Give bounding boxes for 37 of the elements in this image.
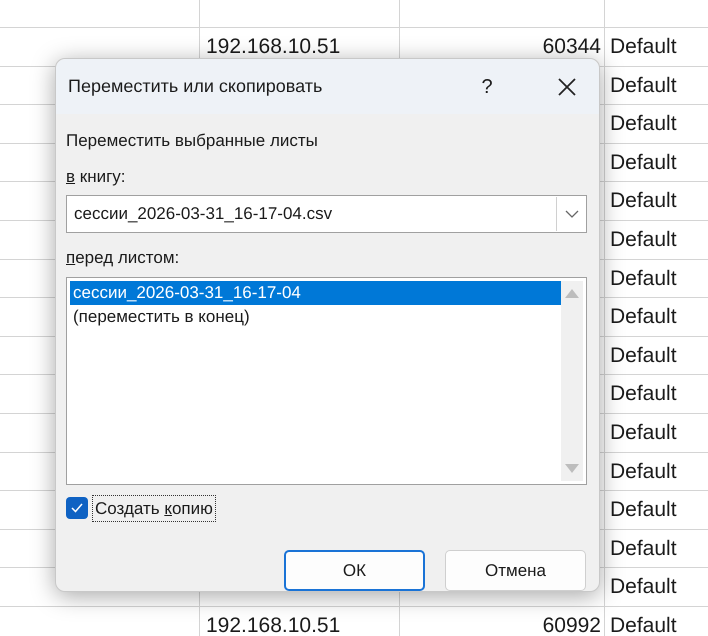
table-cell-text: Default	[610, 150, 677, 176]
scroll-down-icon	[565, 464, 579, 472]
table-cell-text: Default	[610, 266, 677, 292]
book-dropdown[interactable]: сессии_2026-03-31_16-17-04.csv	[66, 195, 587, 233]
copy-label[interactable]: Создать копию	[92, 494, 216, 522]
table-cell-text: Default	[610, 612, 677, 636]
table-cell-text: Default	[610, 574, 677, 600]
table-cell-text: Default	[610, 381, 677, 408]
window-title: Переместить или скопировать	[68, 75, 322, 98]
table-cell-text: Default	[610, 188, 677, 214]
table-cell-text: Default	[610, 111, 677, 138]
table-cell-text: Default	[610, 227, 677, 254]
table-cell-text: 60344	[542, 34, 601, 60]
chevron-down-icon	[564, 210, 578, 218]
table-cell-text: 192.168.10.51	[206, 612, 340, 636]
table-cell-text: 60992	[542, 612, 601, 636]
table-cell-text: Default	[610, 458, 677, 485]
sheet-list-item[interactable]: сессии_2026-03-31_16-17-04	[70, 280, 561, 304]
scroll-up-icon	[565, 288, 579, 298]
table-cell-text: 192.168.10.51	[206, 34, 340, 60]
table-cell-text: Default	[610, 72, 677, 99]
ok-button[interactable]: ОК	[284, 550, 425, 591]
help-button[interactable]: ?	[467, 66, 507, 106]
table-cell-text: Default	[610, 536, 677, 562]
table-cell-text: Default	[610, 304, 677, 330]
cancel-button[interactable]: Отмена	[445, 550, 586, 591]
table-cell-text: Default	[610, 342, 677, 369]
table-cell-text: Default	[610, 420, 677, 446]
book-label: в книгу:	[66, 166, 126, 186]
before-sheet-label: перед листом:	[66, 248, 180, 267]
heading-label: Переместить выбранные листы	[66, 130, 319, 152]
table-cell-text: Default	[610, 497, 677, 524]
table-cell-text: Default	[610, 34, 677, 60]
sheet-list-item[interactable]: (переместить в конец)	[70, 304, 561, 328]
checkmark-icon	[71, 503, 83, 514]
copy-checkbox[interactable]	[66, 497, 88, 520]
close-icon	[557, 76, 577, 96]
